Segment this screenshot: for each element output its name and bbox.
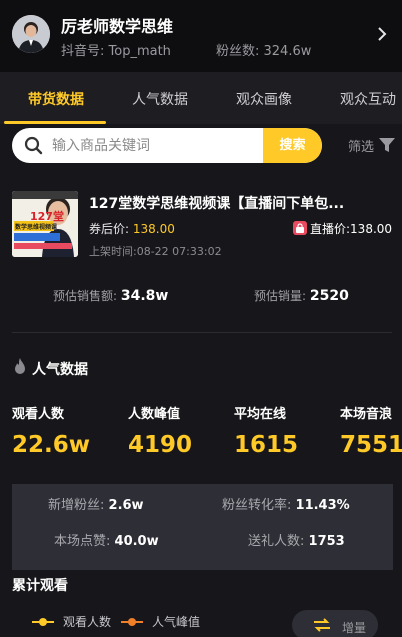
tab-bar: 带货数据 人气数据 观众画像 观众互动	[0, 72, 402, 124]
tab-audience-profile[interactable]: 观众画像	[236, 89, 292, 109]
legend-peak[interactable]: 人气峰值	[152, 613, 200, 630]
douyin-id: 抖音号: Top_math	[61, 44, 171, 59]
thumbnail-subtitle-text: 数学思维视频课	[15, 224, 58, 231]
stat-fan-conversion-label: 粉丝转化率:	[222, 498, 292, 513]
legend-viewers[interactable]: 观看人数	[63, 613, 111, 630]
metric-label-avg-online: 平均在线	[234, 407, 287, 422]
stat-new-fans-label: 新增粉丝:	[48, 498, 105, 513]
coupon-price-label: 券后价:	[89, 222, 130, 236]
filter-label[interactable]: 筛选	[348, 136, 374, 155]
live-shop-icon	[293, 221, 307, 235]
tab-sales-data[interactable]: 带货数据	[28, 89, 84, 109]
active-tab-indicator	[4, 121, 106, 124]
stats-panel: 新增粉丝: 2.6w 粉丝转化率: 11.43% 本场点赞: 40.0w 送礼人…	[12, 484, 393, 570]
cumulative-title: 累计观看	[12, 578, 68, 594]
stat-gifters: 送礼人数: 1753	[248, 530, 345, 549]
divider	[12, 332, 392, 333]
product-title[interactable]: 127堂数学思维视频课【直播间下单包...	[89, 193, 359, 213]
search-icon	[24, 136, 43, 155]
stat-fan-conversion: 粉丝转化率: 11.43%	[222, 494, 350, 513]
est-sales-amount: 预估销售额: 34.8w	[53, 287, 168, 304]
swap-icon	[314, 618, 330, 632]
metric-label-peak: 人数峰值	[128, 407, 181, 422]
metric-value-viewers: 22.6w	[12, 432, 90, 458]
est-sales-volume-label: 预估销量:	[254, 289, 307, 303]
increment-label: 增量	[342, 621, 367, 635]
est-sales-volume-value: 2520	[309, 288, 349, 304]
filter-icon[interactable]	[379, 138, 395, 152]
product-thumbnail[interactable]: 127堂 数学思维视频课	[12, 191, 78, 257]
stat-gifters-value: 1753	[308, 534, 345, 549]
metric-label-sound-wave: 本场音浪	[340, 407, 393, 422]
metric-label-viewers: 观看人数	[12, 407, 65, 422]
stat-new-fans-value: 2.6w	[108, 498, 144, 513]
stat-new-fans: 新增粉丝: 2.6w	[48, 494, 144, 513]
search-input[interactable]	[52, 128, 262, 163]
tab-popularity-data[interactable]: 人气数据	[132, 89, 188, 109]
stat-fan-conversion-value: 11.43%	[295, 498, 350, 513]
est-sales-amount-value: 34.8w	[120, 288, 169, 304]
metric-value-peak: 4190	[128, 432, 193, 458]
est-sales-amount-label: 预估销售额:	[53, 289, 118, 303]
listed-time: 上架时间:08-22 07:33:02	[89, 245, 222, 258]
stat-likes-value: 40.0w	[114, 534, 159, 549]
tab-audience-interaction[interactable]: 观众互动	[340, 89, 396, 109]
fans-count: 粉丝数: 324.6w	[216, 44, 312, 59]
stat-likes: 本场点赞: 40.0w	[54, 530, 159, 549]
avatar	[12, 15, 50, 53]
metric-value-sound-wave: 7551	[340, 432, 402, 458]
anchor-name: 厉老师数学思维	[61, 17, 174, 36]
search-box: 搜索	[12, 128, 322, 163]
search-button[interactable]: 搜索	[263, 128, 322, 163]
coupon-price-value: 138.00	[132, 222, 175, 236]
live-price: 直播价:138.00	[310, 222, 393, 236]
legend-peak-marker-icon	[121, 618, 143, 626]
popularity-section-title: 人气数据	[32, 362, 88, 378]
coupon-price: 券后价: 138.00	[89, 220, 175, 237]
metric-value-avg-online: 1615	[234, 432, 299, 458]
stat-gifters-label: 送礼人数:	[248, 534, 305, 549]
fire-icon	[15, 358, 25, 374]
anchor-header[interactable]: 厉老师数学思维 抖音号: Top_math 粉丝数: 324.6w	[0, 0, 402, 72]
stat-likes-label: 本场点赞:	[54, 534, 111, 549]
chevron-right-icon[interactable]	[376, 26, 388, 42]
legend-viewers-marker-icon	[32, 618, 54, 626]
est-sales-volume: 预估销量: 2520	[254, 287, 349, 304]
